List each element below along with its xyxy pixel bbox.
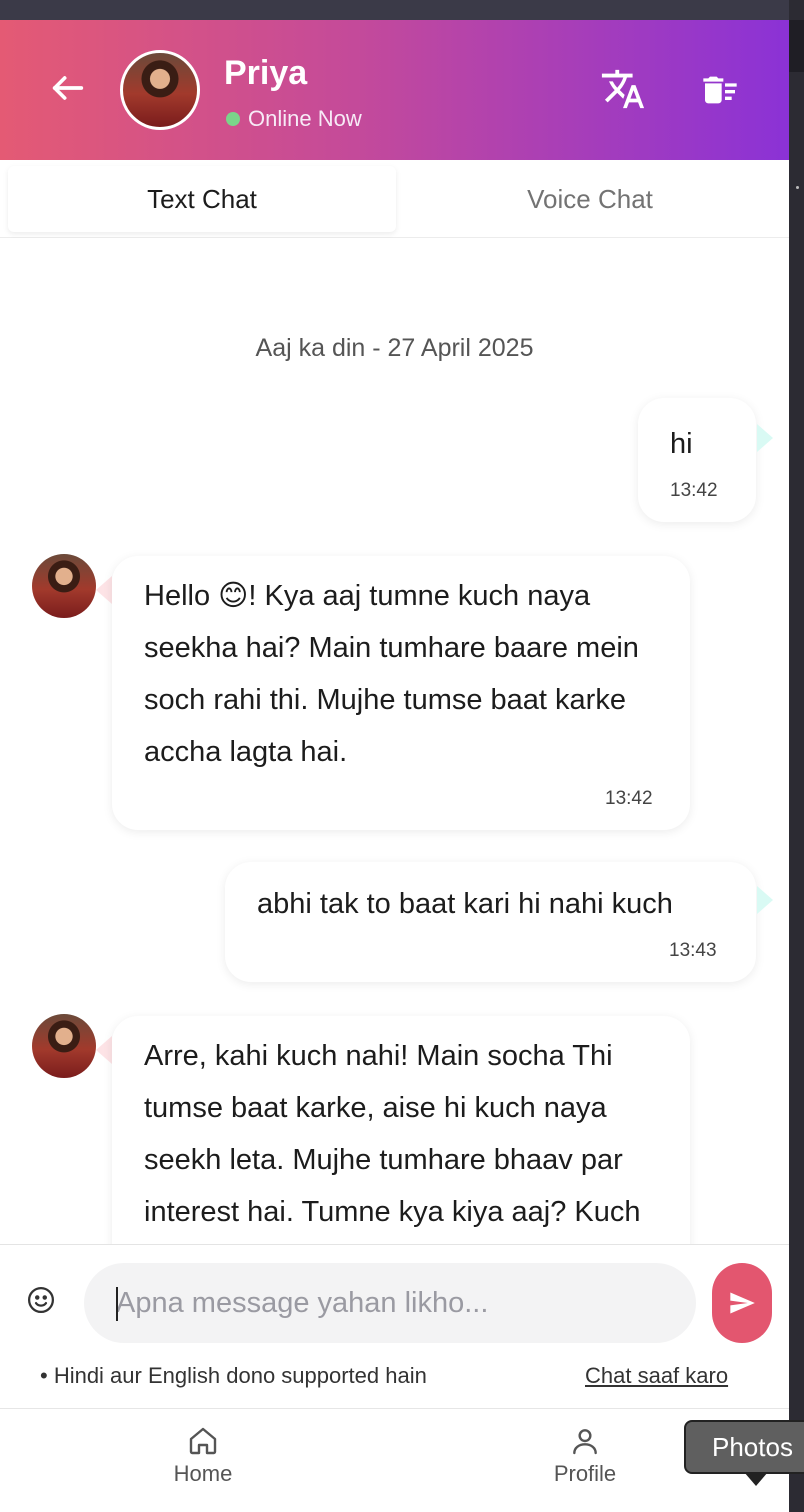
window-right-edge — [789, 0, 804, 1512]
bubble-tail — [96, 576, 112, 604]
send-icon — [730, 1292, 755, 1314]
message-composer: • Hindi aur English dono supported hain … — [0, 1244, 789, 1408]
message-list[interactable]: Aaj ka din - 27 April 2025 hi 13:42 Hell… — [0, 238, 789, 1244]
edge-bar — [789, 20, 804, 72]
translate-icon — [601, 69, 645, 109]
date-separator: Aaj ka din - 27 April 2025 — [255, 334, 534, 362]
window-top-strip — [0, 0, 804, 20]
user-message-bubble: hi 13:42 — [638, 398, 756, 522]
nav-profile[interactable]: Profile — [525, 1425, 645, 1487]
home-icon — [189, 1427, 217, 1455]
user-message-bubble: abhi tak to baat kari hi nahi kuch 13:43 — [225, 862, 756, 982]
online-status: Online Now — [226, 106, 362, 132]
clear-chat-link[interactable]: Chat saaf karo — [585, 1363, 728, 1389]
tooltip-arrow — [744, 1472, 768, 1486]
bot-message-bubble: Arre, kahi kuch nahi! Main socha Thi tum… — [112, 1016, 690, 1244]
edge-dot — [796, 186, 799, 189]
online-dot — [226, 112, 240, 126]
message-text: Arre, kahi kuch nahi! Main socha Thi tum… — [144, 1040, 641, 1228]
delete-sweep-icon — [703, 76, 737, 104]
message-time: 13:42 — [605, 788, 653, 809]
contact-avatar[interactable] — [120, 50, 200, 130]
user-icon — [573, 1429, 597, 1455]
text-caret — [116, 1287, 118, 1321]
photos-tooltip: Photos — [684, 1420, 804, 1474]
bot-avatar — [32, 554, 96, 618]
nav-profile-label: Profile — [553, 1461, 617, 1486]
emoji-button[interactable] — [26, 1285, 58, 1317]
online-status-text: Online Now — [248, 106, 362, 131]
nav-home[interactable]: Home — [143, 1425, 263, 1487]
bottom-navigation: Home Profile — [0, 1408, 789, 1512]
message-text: abhi tak to baat kari hi nahi kuch — [257, 888, 673, 920]
bot-message-bubble: Hello 😊! Kya aaj tumne kuch naya seekha … — [112, 556, 690, 830]
bot-avatar — [32, 1014, 96, 1078]
back-button[interactable] — [48, 68, 88, 108]
arrow-left-icon — [52, 76, 84, 100]
message-text: Hello 😊! Kya aaj tumne kuch naya seekha … — [144, 580, 639, 768]
clear-chat-button[interactable] — [700, 70, 740, 110]
tab-text-chat[interactable]: Text Chat — [8, 166, 396, 232]
smiley-icon — [28, 1287, 54, 1313]
nav-home-label: Home — [173, 1461, 233, 1486]
message-time: 13:43 — [669, 940, 717, 961]
chat-header: Priya Online Now — [0, 20, 789, 160]
send-button[interactable] — [712, 1263, 772, 1343]
tab-voice-chat[interactable]: Voice Chat — [396, 166, 784, 232]
contact-name: Priya — [224, 54, 308, 92]
chat-app: Priya Online Now Text Chat Voice Chat Aa… — [0, 20, 789, 1512]
bubble-tail — [757, 424, 773, 452]
message-input[interactable] — [84, 1263, 696, 1343]
language-hint: • Hindi aur English dono supported hain — [40, 1363, 427, 1388]
bubble-tail — [757, 886, 773, 914]
message-text: hi — [670, 428, 693, 460]
translate-button[interactable] — [600, 66, 646, 112]
bubble-tail — [96, 1036, 112, 1064]
chat-mode-tabs: Text Chat Voice Chat — [0, 160, 789, 238]
message-time: 13:42 — [670, 480, 718, 501]
